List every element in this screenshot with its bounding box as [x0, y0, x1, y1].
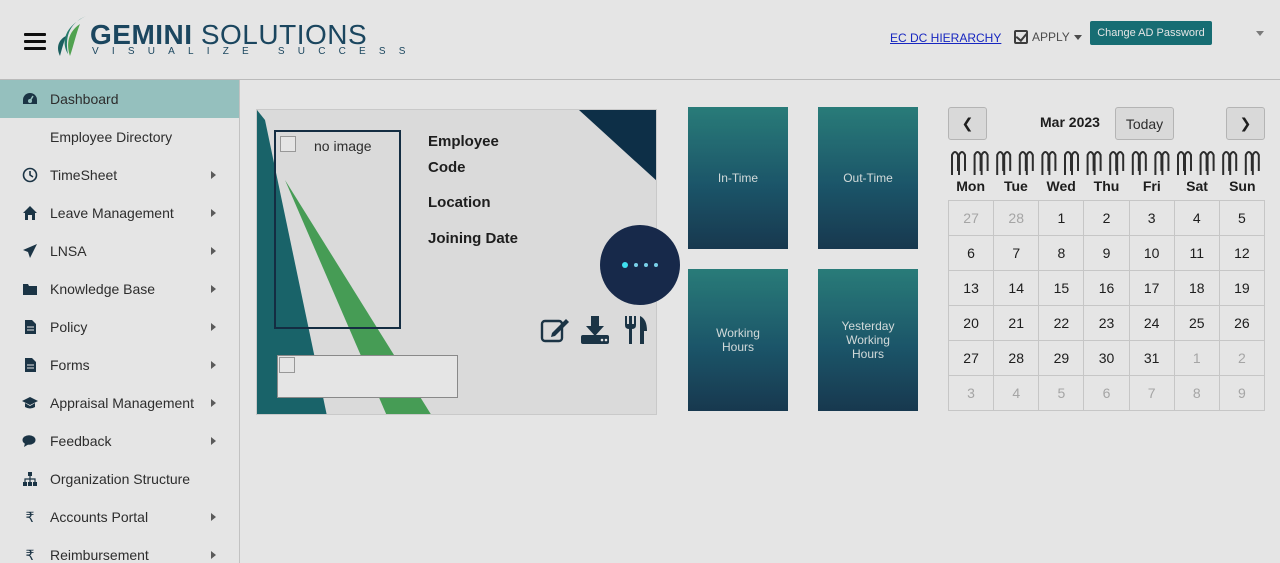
loading-spinner-icon: [600, 225, 680, 305]
